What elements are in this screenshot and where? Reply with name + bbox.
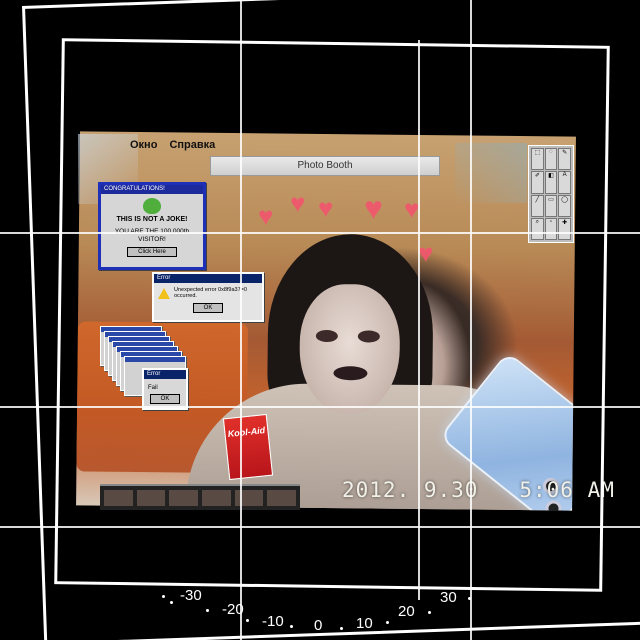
- dial-label: 10: [356, 615, 373, 632]
- dial-tick: [468, 597, 471, 600]
- grid-line: [0, 406, 640, 408]
- dial-tick: [340, 627, 343, 630]
- grid-line: [418, 40, 420, 600]
- dial-tick: [162, 595, 165, 598]
- dial-label: -30: [180, 587, 202, 604]
- dial-label: 20: [398, 603, 415, 620]
- dial-label: 30: [440, 589, 457, 606]
- dial-tick: [246, 619, 249, 622]
- crop-frame[interactable]: [54, 38, 610, 592]
- grid-line: [240, 0, 242, 640]
- dial-tick: [290, 625, 293, 628]
- dial-tick: [170, 601, 173, 604]
- dial-label: -20: [222, 601, 244, 618]
- dial-tick: [428, 611, 431, 614]
- dial-label: 0: [314, 617, 323, 634]
- dial-label: -10: [262, 613, 284, 630]
- dial-tick: [206, 609, 209, 612]
- dial-tick: [386, 621, 389, 624]
- grid-line: [470, 0, 472, 640]
- grid-line: [0, 526, 640, 528]
- rotation-dial[interactable]: -30 -20 -10 0 10 20 30: [150, 585, 490, 640]
- grid-line: [0, 232, 640, 234]
